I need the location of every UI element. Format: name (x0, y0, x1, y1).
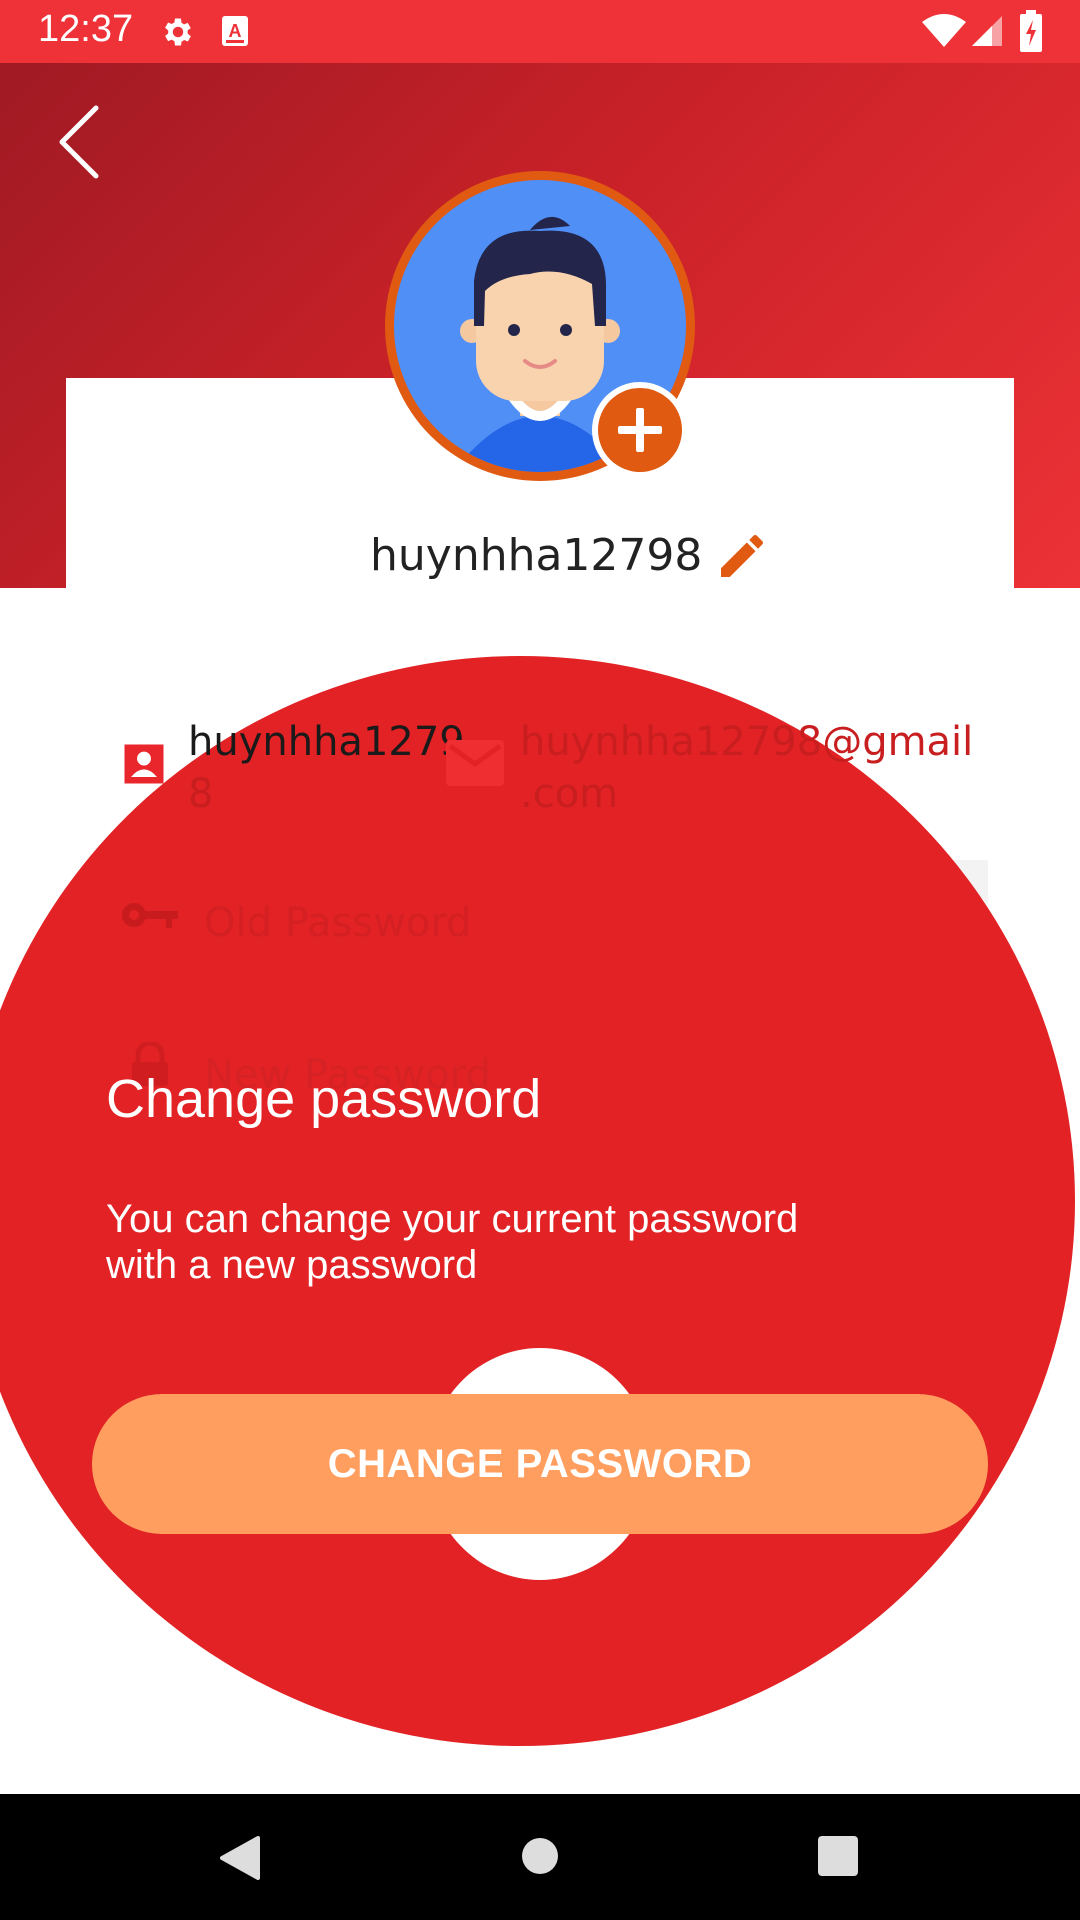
change-password-button[interactable]: CHANGE PASSWORD (92, 1394, 988, 1534)
gear-icon (165, 18, 191, 46)
account-icon (124, 744, 164, 784)
tutorial-description-line2: with a new password (106, 1243, 478, 1287)
status-bar: 12:37 A (0, 0, 1080, 63)
old-password-input[interactable]: Old Password (204, 900, 472, 946)
info-email: huynhha12798@gmail .com (520, 716, 973, 820)
navigation-bar (0, 1794, 1080, 1920)
wifi-icon (922, 14, 966, 47)
info-email-line2: .com (520, 771, 619, 817)
status-time: 12:37 (38, 8, 134, 50)
info-name: huynhha1279 8 (188, 716, 465, 820)
key-icon (122, 903, 178, 928)
tutorial-description: You can change your current password wit… (106, 1196, 798, 1288)
info-name-line1: huynhha1279 (188, 719, 465, 765)
back-arrow-icon[interactable] (56, 104, 104, 180)
info-name-line2: 8 (188, 771, 214, 817)
recents-nav-icon[interactable] (818, 1836, 858, 1876)
back-nav-icon[interactable] (216, 1834, 262, 1882)
battery-icon (1020, 10, 1042, 52)
svg-text:A: A (229, 21, 242, 41)
pencil-icon[interactable] (714, 528, 770, 584)
email-icon (446, 740, 504, 786)
info-email-line1: huynhha12798@gmail (520, 719, 974, 765)
tutorial-title: Change password (106, 1069, 542, 1129)
profile-username: huynhha12798 (370, 530, 703, 581)
tutorial-description-line1: You can change your current password (106, 1197, 799, 1241)
home-nav-icon[interactable] (520, 1836, 560, 1876)
signal-icon (972, 16, 1002, 46)
font-a-icon: A (222, 16, 248, 46)
plus-icon[interactable] (590, 380, 690, 480)
